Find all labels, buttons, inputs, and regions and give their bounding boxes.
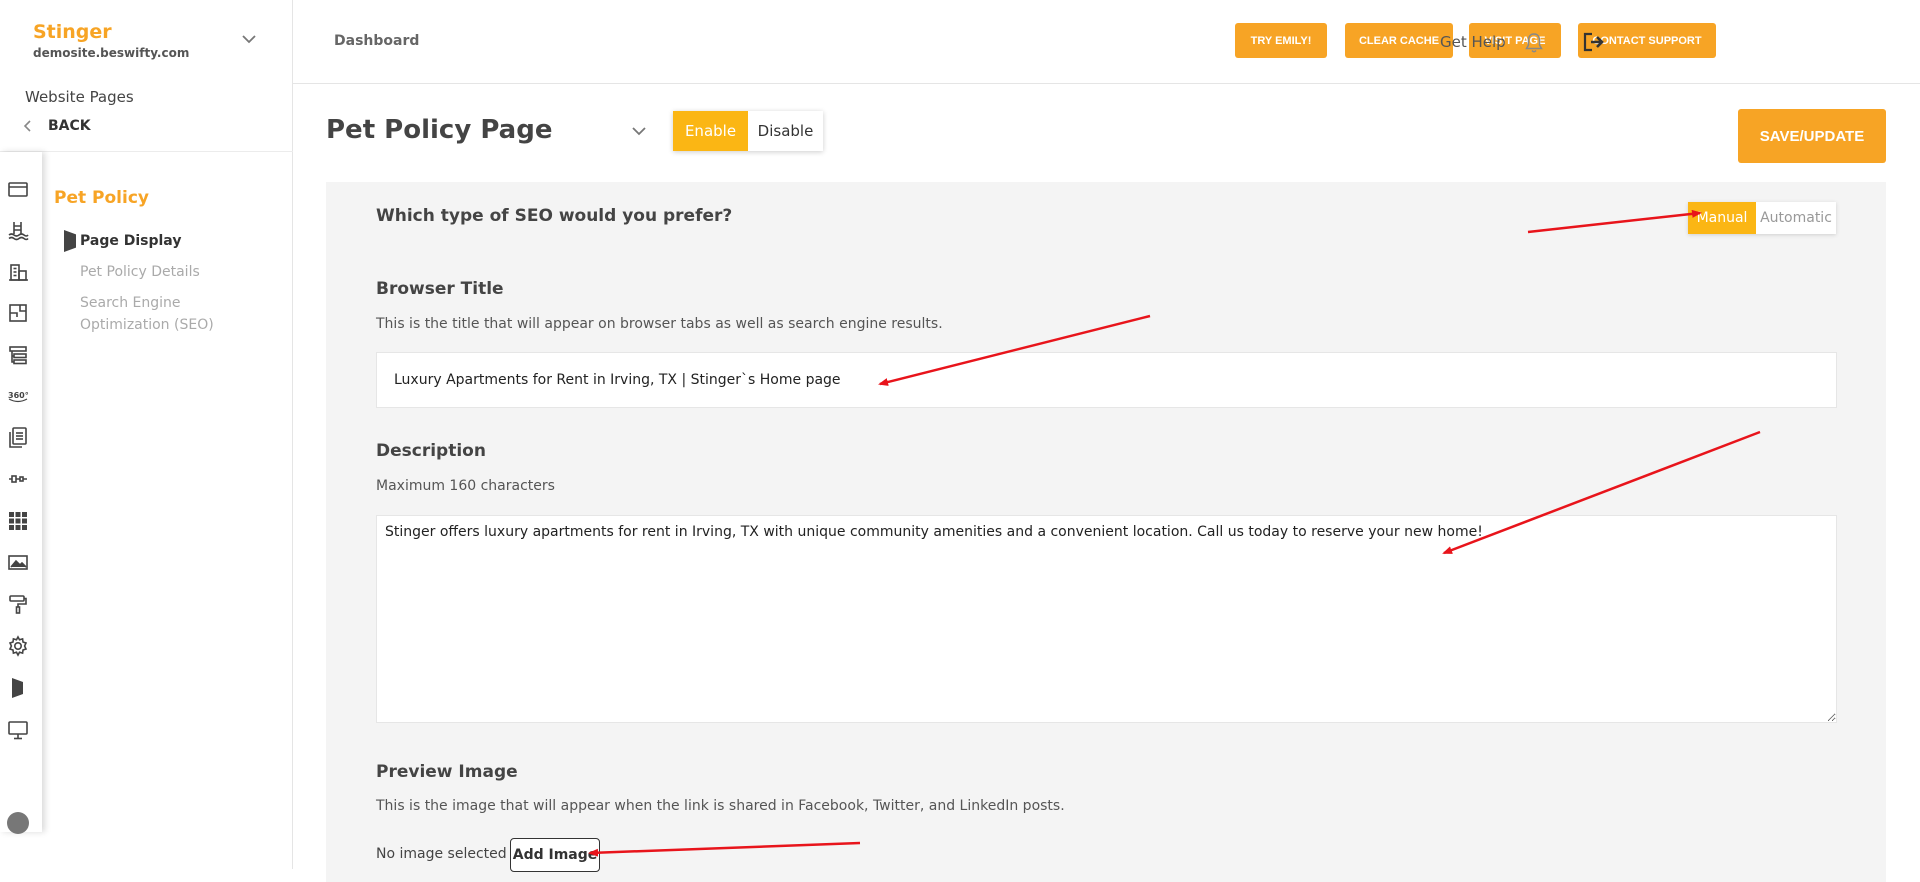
page-nav-title: Pet Policy [54, 188, 149, 208]
page-nav: Page Display Pet Policy Details Search E… [62, 230, 282, 345]
preview-image-hint: This is the image that will appear when … [376, 798, 1065, 814]
no-image-text: No image selected [376, 846, 507, 862]
preview-image-label: Preview Image [376, 762, 518, 782]
browser-title-input[interactable] [376, 352, 1837, 408]
buildings-icon[interactable] [7, 261, 29, 283]
clear-cache-button[interactable]: CLEAR CACHE [1345, 23, 1453, 58]
get-help-link[interactable]: Get Help [1440, 33, 1506, 51]
seo-type-toggle: Manual Automatic [1688, 202, 1836, 234]
gear-icon[interactable] [7, 635, 29, 657]
page-nav-item-seo[interactable]: Search Engine Optimization (SEO) [62, 292, 267, 336]
logout-icon[interactable] [1582, 31, 1606, 53]
site-name: Stinger [33, 21, 112, 43]
browser-title-label: Browser Title [376, 279, 504, 299]
save-update-button[interactable]: SAVE/UPDATE [1738, 109, 1886, 163]
description-label: Description [376, 441, 486, 461]
chevron-down-icon[interactable] [630, 122, 648, 140]
breadcrumb[interactable]: Dashboard [334, 33, 419, 49]
bell-icon[interactable] [1524, 32, 1544, 54]
enable-button[interactable]: Enable [673, 111, 748, 151]
documents-icon[interactable] [7, 426, 29, 448]
active-marker-icon [64, 230, 76, 252]
section-title: Website Pages [25, 88, 134, 106]
back-label: BACK [48, 118, 91, 134]
image-icon[interactable] [7, 551, 29, 573]
sidebar: Stinger demosite.beswifty.com Website Pa… [0, 0, 293, 869]
floorplan-icon[interactable] [7, 302, 29, 324]
seo-panel: Which type of SEO would you prefer? Manu… [326, 182, 1886, 882]
disable-button[interactable]: Disable [748, 111, 823, 151]
top-bar: Dashboard TRY EMILY! CLEAR CACHE VISIT P… [293, 0, 1920, 84]
pool-icon[interactable] [7, 219, 29, 241]
page-nav-label: Search Engine Optimization (SEO) [80, 295, 214, 333]
page-nav-label: Page Display [80, 233, 182, 249]
browser-window-icon[interactable] [7, 178, 29, 200]
site-selector[interactable]: Stinger demosite.beswifty.com [0, 0, 293, 84]
enable-toggle: Enable Disable [673, 111, 823, 151]
seo-manual-option[interactable]: Manual [1688, 202, 1756, 234]
page-nav-label: Pet Policy Details [80, 264, 200, 280]
sitemap-icon[interactable] [7, 344, 29, 366]
add-image-button[interactable]: Add Image [510, 838, 600, 872]
description-input[interactable]: Stinger offers luxury apartments for ren… [376, 515, 1837, 723]
description-hint: Maximum 160 characters [376, 478, 555, 494]
browser-title-hint: This is the title that will appear on br… [376, 316, 943, 332]
page-nav-item-page-display[interactable]: Page Display [62, 230, 282, 252]
chevron-left-icon [23, 120, 31, 132]
paint-roller-icon[interactable] [7, 593, 29, 615]
monitor-icon[interactable] [7, 719, 29, 741]
avatar[interactable] [7, 812, 29, 834]
360-view-icon[interactable]: 360° [7, 384, 29, 406]
icon-rail: 360° [0, 152, 42, 834]
chevron-down-icon[interactable] [240, 30, 258, 48]
page-title: Pet Policy Page [326, 115, 553, 145]
page-nav-item-pet-policy-details[interactable]: Pet Policy Details [62, 261, 282, 283]
seo-question: Which type of SEO would you prefer? [376, 206, 733, 226]
divider [0, 151, 293, 152]
flag-icon[interactable] [7, 677, 29, 699]
seo-automatic-option[interactable]: Automatic [1756, 202, 1836, 234]
try-emily-button[interactable]: TRY EMILY! [1235, 23, 1327, 58]
grid-icon[interactable] [7, 510, 29, 532]
svg-text:360°: 360° [8, 391, 29, 400]
site-domain: demosite.beswifty.com [33, 46, 190, 60]
slider-icon[interactable] [7, 468, 29, 490]
back-link[interactable]: BACK [22, 118, 91, 134]
